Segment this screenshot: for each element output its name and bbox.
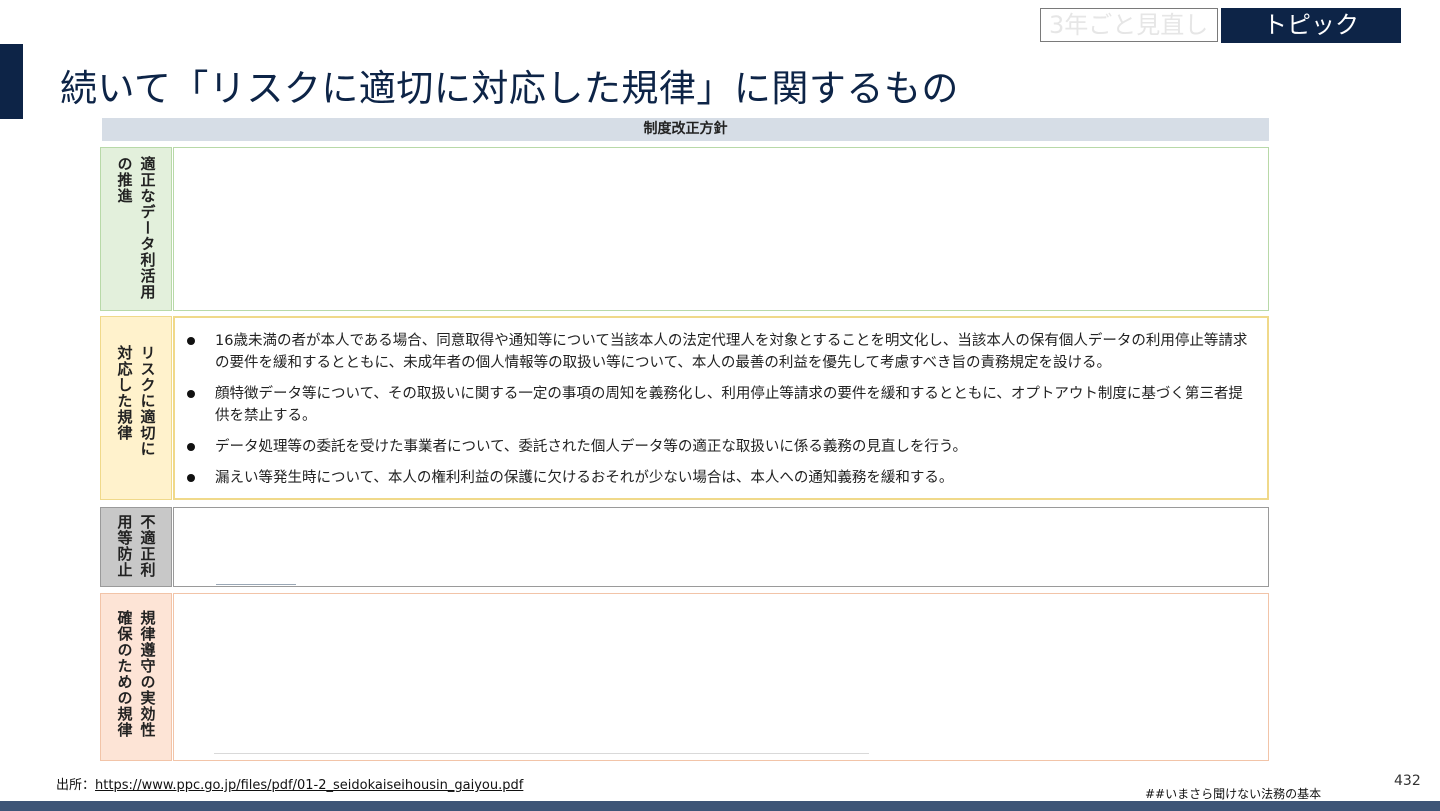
divider bbox=[216, 584, 296, 585]
row-label-improper-use: 不適正利 用等防止 bbox=[100, 507, 172, 587]
bullet-icon bbox=[187, 390, 195, 398]
bottom-bar bbox=[0, 801, 1440, 811]
row-label-col: リスクに適切に bbox=[138, 345, 157, 457]
row-content-risk-rules: 16歳未満の者が本人である場合、同意取得や通知等について当該本人の法定代理人を対… bbox=[173, 316, 1269, 500]
list-item: 顔特徴データ等について、その取扱いに関する一定の事項の周知を義務化し、利用停止等… bbox=[187, 383, 1257, 427]
row-label-col: 規律遵守の実効性 bbox=[138, 610, 157, 738]
row-content-data-utilization bbox=[173, 147, 1269, 311]
row-label-col: 適正なデータ利活用 bbox=[138, 156, 157, 300]
source-label: 出所： bbox=[56, 778, 96, 793]
row-label-col: 確保のための規律 bbox=[115, 610, 134, 738]
bullet-list: 16歳未満の者が本人である場合、同意取得や通知等について当該本人の法定代理人を対… bbox=[175, 318, 1267, 489]
row-label-col: の推進 bbox=[115, 156, 134, 204]
row-label-risk-rules: リスクに適切に 対応した規律 bbox=[100, 316, 172, 500]
table-header: 制度改正方針 bbox=[102, 118, 1269, 141]
list-item-text: データ処理等の委託を受けた事業者について、委託された個人データ等の適正な取扱いに… bbox=[215, 439, 967, 455]
page-title: 続いて「リスクに適切に対応した規律」に関するもの bbox=[60, 67, 959, 110]
list-item-text: 顔特徴データ等について、その取扱いに関する一定の事項の周知を義務化し、利用停止等… bbox=[215, 386, 1243, 424]
row-label-col: 対応した規律 bbox=[115, 345, 134, 441]
divider bbox=[214, 753, 869, 754]
row-content-improper-use bbox=[173, 507, 1269, 587]
list-item: 漏えい等発生時について、本人の権利利益の保護に欠けるおそれが少ない場合は、本人へ… bbox=[187, 467, 1257, 489]
title-accent-bar bbox=[0, 44, 23, 119]
bullet-icon bbox=[187, 443, 195, 451]
topic-tag: トピック bbox=[1221, 8, 1401, 43]
list-item: 16歳未満の者が本人である場合、同意取得や通知等について当該本人の法定代理人を対… bbox=[187, 330, 1257, 374]
hashtag: ##いまさら聞けない法務の基本 bbox=[1145, 787, 1322, 801]
row-label-data-utilization: 適正なデータ利活用 の推進 bbox=[100, 147, 172, 311]
bullet-icon bbox=[187, 337, 195, 345]
review-tag: 3年ごと見直し bbox=[1040, 8, 1218, 42]
bullet-icon bbox=[187, 474, 195, 482]
list-item-text: 16歳未満の者が本人である場合、同意取得や通知等について当該本人の法定代理人を対… bbox=[215, 333, 1248, 371]
row-label-col: 不適正利 bbox=[138, 514, 157, 578]
row-label-compliance: 規律遵守の実効性 確保のための規律 bbox=[100, 593, 172, 761]
page-number: 432 bbox=[1394, 773, 1421, 789]
row-content-compliance bbox=[173, 593, 1269, 761]
row-label-col: 用等防止 bbox=[115, 514, 134, 578]
source-link[interactable]: https://www.ppc.go.jp/files/pdf/01-2_sei… bbox=[95, 778, 523, 793]
list-item: データ処理等の委託を受けた事業者について、委託された個人データ等の適正な取扱いに… bbox=[187, 436, 1257, 458]
list-item-text: 漏えい等発生時について、本人の権利利益の保護に欠けるおそれが少ない場合は、本人へ… bbox=[215, 470, 954, 486]
source-citation: 出所：https://www.ppc.go.jp/files/pdf/01-2_… bbox=[56, 774, 523, 793]
